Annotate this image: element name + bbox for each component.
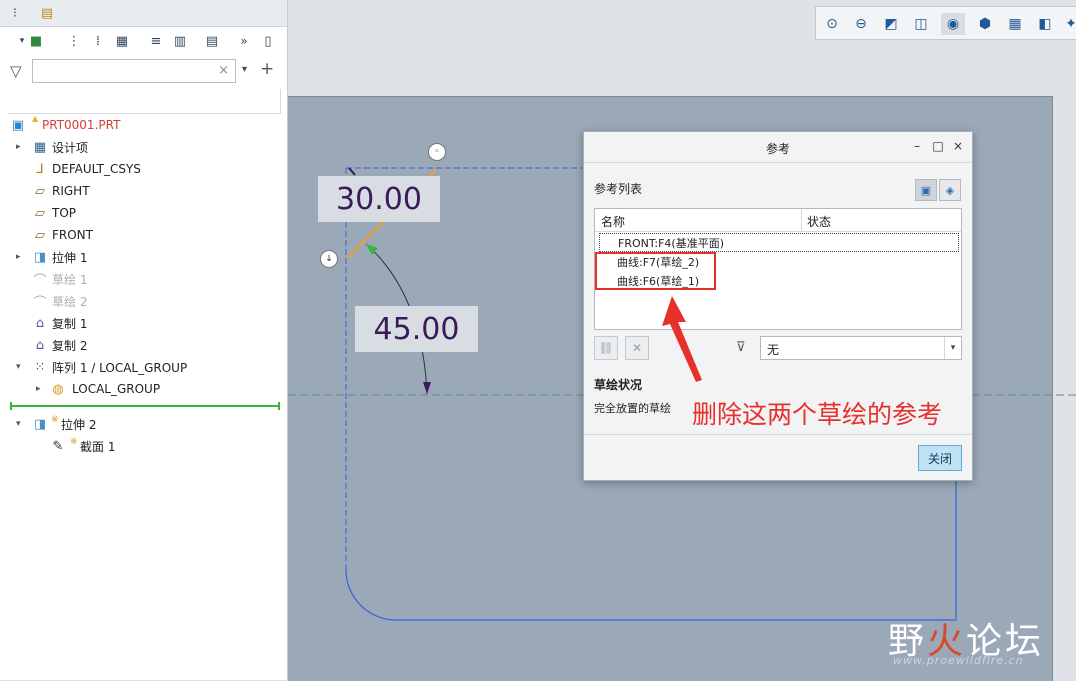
sketch-status-title: 草绘状况: [594, 378, 643, 392]
annotation-text: 删除这两个草绘的参考: [692, 400, 943, 429]
divider: [584, 162, 972, 163]
watermark-url: www.proewildfire.cn: [893, 654, 1024, 667]
reference-filter-icon: ⊽: [736, 340, 746, 355]
reference-filter-select[interactable]: 无 ▾: [760, 336, 962, 360]
highlight-box: [595, 252, 716, 290]
annotation-arrow: [662, 296, 702, 382]
column-name-header[interactable]: 名称: [601, 213, 625, 230]
table-row[interactable]: FRONT:F4(基准平面): [599, 233, 959, 252]
close-button[interactable]: 关闭: [918, 445, 962, 471]
sketch-bottom-corner: [345, 480, 957, 621]
divider: [584, 434, 972, 435]
link-icon[interactable]: ⛓: [594, 336, 618, 360]
sketch-status-text: 完全放置的草绘: [594, 402, 671, 415]
reference-name: FRONT:F4(基准平面): [618, 236, 724, 250]
dimension-lower[interactable]: 45.00: [355, 306, 478, 352]
filter-select-value: 无: [767, 343, 780, 357]
delete-reference-icon[interactable]: ✕: [625, 336, 649, 360]
dialog-titlebar[interactable]: 参考 – □ ×: [584, 132, 972, 162]
corner-tick: [348, 167, 356, 176]
maximize-icon[interactable]: □: [931, 139, 945, 153]
minimize-icon[interactable]: –: [910, 139, 924, 153]
chevron-down-icon[interactable]: ▾: [944, 337, 961, 359]
column-status-header[interactable]: 状态: [807, 213, 831, 230]
dimension-upper[interactable]: 30.00: [318, 176, 440, 222]
dimension-handle-icon[interactable]: ↓: [320, 250, 338, 268]
reference-list-label: 参考列表: [594, 182, 643, 196]
close-icon[interactable]: ×: [951, 139, 965, 153]
column-divider: [801, 209, 802, 231]
table-header: 名称 状态: [595, 209, 961, 232]
angle-arrow: [423, 382, 431, 394]
dimension-handle-icon[interactable]: ◦: [428, 143, 446, 161]
select-reference-icon[interactable]: ▣: [915, 179, 937, 201]
cross-section-reference-icon[interactable]: ◈: [939, 179, 961, 201]
